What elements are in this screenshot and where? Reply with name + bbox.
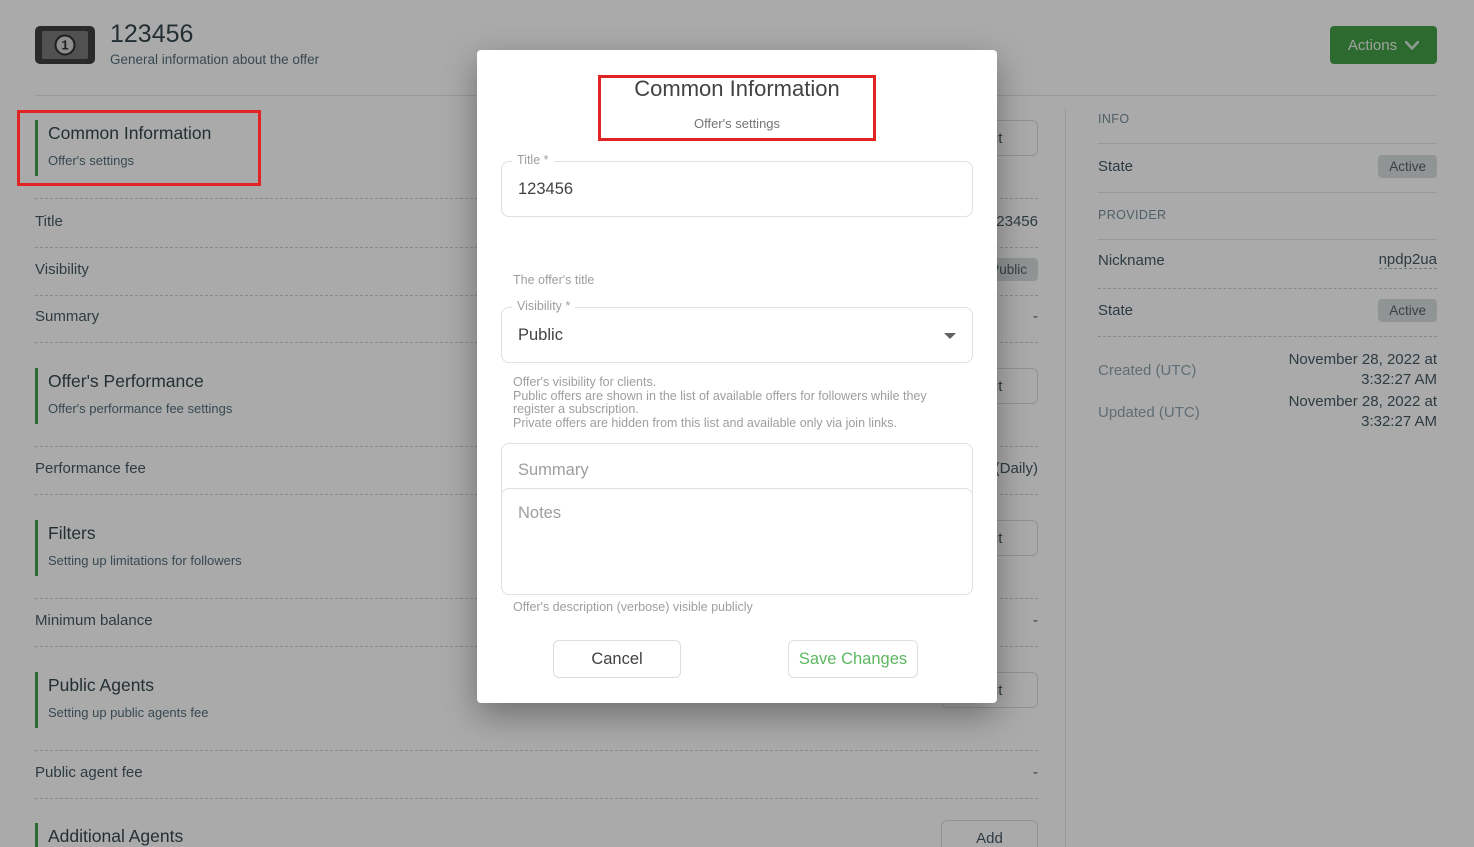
notes-textarea[interactable] (502, 489, 972, 594)
title-field-label: Title * (512, 153, 554, 167)
visibility-selected-value: Public (518, 308, 563, 362)
offer-settings-page: 1 123456 General information about the o… (0, 0, 1474, 847)
dropdown-caret-icon (944, 333, 956, 339)
notes-field-helper: Offer's description (verbose) visible pu… (513, 601, 953, 615)
visibility-field-helper: Offer's visibility for clients. Public o… (513, 376, 953, 430)
cancel-button[interactable]: Cancel (553, 640, 681, 678)
save-changes-button[interactable]: Save Changes (788, 640, 918, 678)
title-input[interactable] (502, 162, 972, 216)
title-field-container: Title * (501, 161, 973, 217)
modal-subtitle: Offer's settings (477, 116, 997, 131)
visibility-select[interactable]: Visibility * Public (501, 307, 973, 363)
title-field-helper: The offer's title (513, 274, 953, 288)
modal-title: Common Information (477, 76, 997, 102)
common-information-modal: Common Information Offer's settings Titl… (477, 50, 997, 703)
notes-field-container (501, 488, 973, 595)
